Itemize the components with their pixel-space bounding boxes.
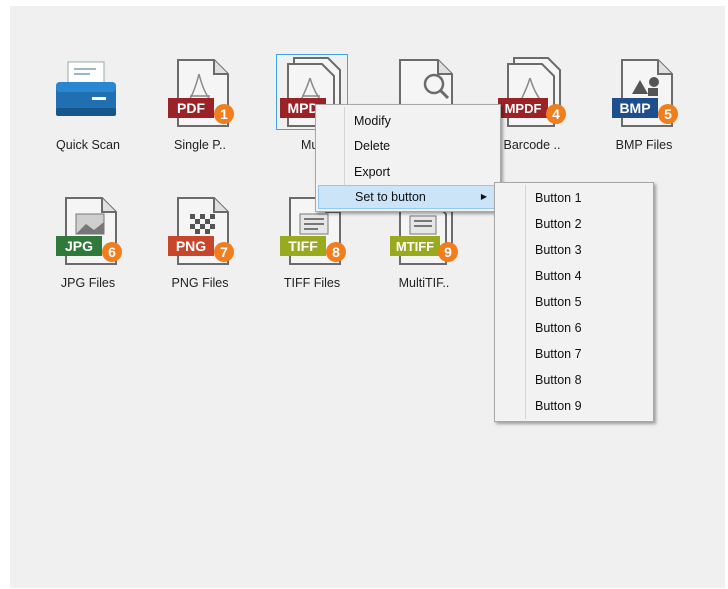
- menu-item-label: Button 5: [535, 295, 582, 309]
- tile-number: 1: [220, 106, 228, 122]
- tile-badge: JPG: [65, 238, 93, 254]
- tile-label: Quick Scan: [56, 138, 120, 152]
- pdf-file-icon: PDF 1: [168, 59, 234, 127]
- context-menu: Modify Delete Export Set to button ▶: [315, 104, 501, 212]
- submenu-item-button-4[interactable]: Button 4: [497, 264, 651, 288]
- tile-bmp-files[interactable]: BMP 5 BMP Files: [610, 56, 694, 152]
- submenu-item-button-5[interactable]: Button 5: [497, 290, 651, 314]
- menu-item-label: Button 4: [535, 269, 582, 283]
- tile-label: MultiTIF..: [398, 276, 450, 290]
- menu-item-delete[interactable]: Delete: [318, 134, 498, 158]
- menu-item-label: Button 1: [535, 191, 582, 205]
- tile-barcode-mpdf[interactable]: MPDF 4 Barcode ..: [498, 56, 582, 152]
- submenu-item-button-3[interactable]: Button 3: [497, 238, 651, 262]
- tile-png-files[interactable]: PNG 7 PNG Files: [166, 194, 250, 290]
- menu-item-label: Button 2: [535, 217, 582, 231]
- menu-item-label: Delete: [354, 139, 391, 153]
- menu-item-export[interactable]: Export: [318, 160, 498, 184]
- tile-label: TIFF Files: [283, 276, 341, 290]
- mpdf-barcode-icon: MPDF 4: [498, 57, 566, 127]
- menu-item-label: Button 7: [535, 347, 582, 361]
- tile-badge: PNG: [176, 238, 206, 254]
- tile-jpg-files[interactable]: JPG 6 JPG Files: [54, 194, 138, 290]
- menu-item-label: Modify: [354, 114, 391, 128]
- submenu-item-button-9[interactable]: Button 9: [497, 394, 651, 418]
- tile-badge: MPDF: [505, 101, 542, 116]
- set-to-button-submenu: Button 1 Button 2 Button 3 Button 4 Butt…: [494, 182, 654, 422]
- submenu-item-button-8[interactable]: Button 8: [497, 368, 651, 392]
- tile-badge: TIFF: [288, 238, 318, 254]
- jpg-file-icon: JPG 6: [56, 197, 122, 265]
- submenu-item-button-1[interactable]: Button 1: [497, 186, 651, 210]
- tile-badge: MPD: [287, 100, 318, 116]
- tile-quick-scan[interactable]: Quick Scan: [54, 56, 138, 152]
- menu-item-label: Button 6: [535, 321, 582, 335]
- submenu-item-button-6[interactable]: Button 6: [497, 316, 651, 340]
- menu-item-label: Set to button: [355, 190, 426, 204]
- menu-item-label: Button 9: [535, 399, 582, 413]
- tile-number: 8: [332, 244, 340, 260]
- tile-label: PNG Files: [171, 276, 229, 290]
- tile-number: 9: [444, 244, 452, 260]
- menu-item-label: Button 3: [535, 243, 582, 257]
- tile-number: 4: [552, 106, 560, 122]
- tile-label: Single P..: [174, 138, 226, 152]
- tile-badge: PDF: [177, 100, 205, 116]
- menu-item-modify[interactable]: Modify: [318, 109, 498, 133]
- submenu-item-button-7[interactable]: Button 7: [497, 342, 651, 366]
- tile-single-pdf[interactable]: PDF 1 Single P..: [166, 56, 250, 152]
- tile-number: 5: [664, 106, 672, 122]
- submenu-item-button-2[interactable]: Button 2: [497, 212, 651, 236]
- tile-label: JPG Files: [60, 276, 116, 290]
- tile-badge: BMP: [619, 100, 650, 116]
- tile-number: 6: [108, 244, 116, 260]
- tile-number: 7: [220, 244, 228, 260]
- tile-label: BMP Files: [615, 138, 673, 152]
- menu-item-set-to-button[interactable]: Set to button ▶: [318, 185, 498, 209]
- submenu-arrow-icon: ▶: [480, 192, 487, 201]
- png-file-icon: PNG 7: [168, 197, 234, 265]
- scanner-icon: [56, 61, 116, 116]
- menu-item-label: Button 8: [535, 373, 582, 387]
- menu-item-label: Export: [354, 165, 391, 179]
- bmp-file-icon: BMP 5: [612, 59, 678, 127]
- tile-badge: MTIFF: [396, 239, 434, 254]
